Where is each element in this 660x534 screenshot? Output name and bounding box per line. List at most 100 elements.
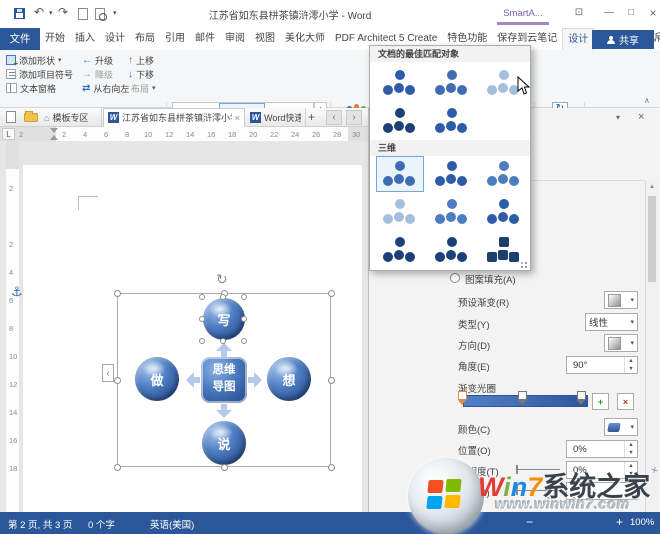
resize-handle[interactable] (328, 464, 335, 471)
minimize-icon[interactable]: — (600, 4, 618, 22)
pane-scrollbar[interactable]: ▲ (645, 181, 658, 512)
gradient-stop[interactable] (577, 391, 586, 400)
tab-review[interactable]: 审阅 (220, 28, 250, 50)
zoom-out-icon[interactable]: − (526, 515, 533, 529)
position-spinner[interactable]: 0%▲▼ (566, 440, 638, 458)
resize-handle[interactable] (328, 290, 335, 297)
shape-handle[interactable] (241, 294, 247, 300)
smartart-node-right[interactable]: 想 (267, 357, 311, 401)
style-thumbnail-3d-polished-selected[interactable] (376, 156, 424, 192)
close-icon[interactable]: × (644, 4, 660, 22)
undo-icon[interactable]: ↶ (34, 5, 44, 19)
open-folder-icon[interactable] (24, 113, 38, 122)
doc-tab-other[interactable]: WWord快速... (246, 108, 306, 127)
resize-handle[interactable] (328, 377, 335, 384)
style-thumbnail-3d-powder[interactable] (376, 194, 424, 230)
shape-handle[interactable] (199, 294, 205, 300)
tab-view[interactable]: 视图 (250, 28, 280, 50)
resize-handle[interactable] (221, 464, 228, 471)
redo-icon[interactable]: ↷ (58, 5, 68, 19)
brightness-spinner[interactable] (566, 482, 638, 500)
tab-references[interactable]: 引用 (160, 28, 190, 50)
angle-spinner[interactable]: 90°▲▼ (566, 356, 638, 374)
pattern-fill-radio[interactable] (450, 273, 460, 283)
demote-button[interactable]: →降级 (82, 67, 113, 81)
style-thumbnail-3d-cartoon[interactable] (480, 156, 528, 192)
new-document-icon[interactable] (78, 8, 88, 20)
add-bullet-button[interactable]: 添加项目符号 (6, 67, 73, 81)
horizontal-ruler[interactable]: L 2 2 4 6 8 10 12 14 16 18 20 22 24 26 2… (0, 127, 368, 141)
gradient-stop[interactable] (518, 391, 527, 400)
transparency-spinner[interactable]: 0%▲▼ (566, 461, 638, 479)
style-thumbnail-3d-sunset[interactable] (428, 232, 476, 268)
tab-file[interactable]: 文件 (0, 28, 40, 50)
pane-close-icon[interactable]: × (638, 111, 644, 123)
layout-button[interactable]: 布局▾ (131, 81, 156, 95)
style-thumbnail-intense-effect[interactable] (428, 103, 476, 139)
first-line-indent-marker[interactable] (50, 128, 58, 133)
style-thumbnail-3d-metallic[interactable] (376, 232, 424, 268)
language-indicator[interactable]: 英语(美国) (150, 517, 194, 531)
add-gradient-stop-button[interactable]: + (592, 393, 609, 410)
text-pane-button[interactable]: 文本窗格 (6, 81, 56, 95)
hanging-indent-marker[interactable] (50, 135, 58, 140)
page-indicator[interactable]: 第 2 页, 共 3 页 (8, 517, 72, 531)
undo-dropdown-icon[interactable]: ▾ (49, 9, 53, 17)
shape-handle[interactable] (220, 338, 226, 344)
smartart-node-left[interactable]: 做 (135, 357, 179, 401)
new-doc-tab-plus-icon[interactable]: + (308, 110, 315, 124)
type-dropdown[interactable]: 线性▾ (585, 313, 638, 331)
scrollbar-thumb[interactable] (648, 196, 656, 282)
shape-handle[interactable] (199, 316, 205, 322)
gallery-resize-grip[interactable] (519, 260, 527, 268)
tab-smartart-design[interactable]: 设计 (562, 28, 594, 50)
style-thumbnail-3d-brick[interactable] (428, 194, 476, 230)
rotate-handle-icon[interactable]: ↻ (216, 271, 228, 288)
save-icon[interactable] (14, 8, 25, 19)
tab-stop-selector[interactable]: L (2, 128, 15, 140)
smartart-node-bottom[interactable]: 说 (202, 421, 246, 465)
direction-dropdown[interactable]: ▾ (604, 334, 638, 352)
tab-insert[interactable]: 插入 (70, 28, 100, 50)
style-thumbnail-white-outline[interactable] (428, 65, 476, 101)
tab-mailings[interactable]: 邮件 (190, 28, 220, 50)
tab-layout[interactable]: 布局 (130, 28, 160, 50)
tab-scroll-left-icon[interactable]: ‹ (326, 110, 342, 125)
share-button[interactable]: 共享 (592, 30, 654, 49)
doc-tab-template-zone[interactable]: ⌂模板专区 (40, 108, 102, 127)
right-to-left-button[interactable]: ⇄从右向左 (82, 81, 129, 95)
shape-handle[interactable] (199, 338, 205, 344)
maximize-icon[interactable]: □ (622, 4, 640, 22)
print-preview-icon[interactable] (95, 8, 105, 20)
smartart-text-pane-toggle[interactable]: ‹ (102, 364, 114, 382)
smartart-node-center[interactable]: 思维导图 (201, 357, 247, 403)
transparency-slider[interactable] (518, 469, 560, 470)
zoom-level[interactable]: 100% (630, 517, 654, 528)
qat-customize-icon[interactable]: ▾ (113, 9, 117, 17)
doc-tab-active[interactable]: W江苏省如东县栟茶镇浒澪小学× (103, 108, 245, 127)
shape-handle[interactable] (241, 338, 247, 344)
resize-handle[interactable] (114, 290, 121, 297)
gradient-stop-selected[interactable] (458, 391, 467, 400)
shape-handle[interactable] (241, 316, 247, 322)
tab-home[interactable]: 开始 (40, 28, 70, 50)
new-tab-icon[interactable] (6, 111, 16, 123)
vertical-ruler[interactable]: 2 2 4 6 8 10 12 14 16 18 (6, 141, 19, 512)
tab-beautify-master[interactable]: 美化大师 (280, 28, 330, 50)
close-tab-icon[interactable]: × (235, 113, 240, 123)
style-thumbnail-simple-fill[interactable] (376, 65, 424, 101)
scroll-up-icon[interactable]: ▲ (646, 181, 658, 194)
tab-design[interactable]: 设计 (100, 28, 130, 50)
ribbon-display-options-icon[interactable]: ⊡ (570, 4, 588, 22)
color-dropdown[interactable]: ▾ (604, 418, 638, 436)
resize-handle[interactable] (114, 464, 121, 471)
style-thumbnail-3d-inset[interactable] (428, 156, 476, 192)
pane-options-caret-icon[interactable]: ▾ (616, 113, 620, 122)
word-count[interactable]: 0 个字 (88, 517, 115, 531)
promote-button[interactable]: ←升级 (82, 53, 113, 67)
style-thumbnail-3d-flat[interactable] (480, 194, 528, 230)
move-up-button[interactable]: ↑上移 (128, 53, 154, 67)
tab-scroll-right-icon[interactable]: › (346, 110, 362, 125)
zoom-in-icon[interactable]: + (616, 515, 623, 529)
resize-handle[interactable] (114, 377, 121, 384)
